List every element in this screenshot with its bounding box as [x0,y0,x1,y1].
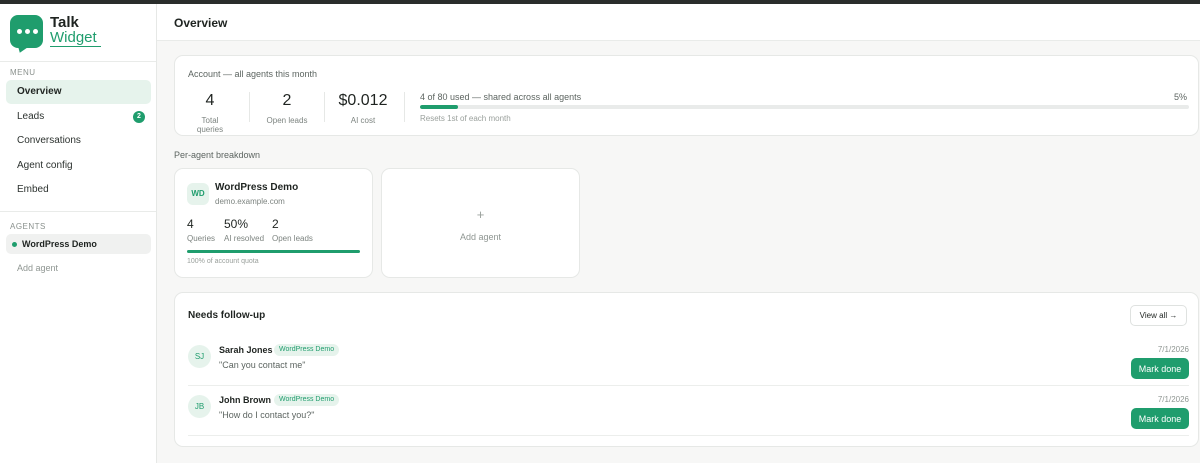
sidebar-divider [0,61,156,62]
agent-avatar: WD [187,183,209,205]
agent-stat-value: 4 [187,217,194,231]
lead-name: John Brown [219,395,271,405]
sidebar-item-agent-config[interactable]: Agent config [6,154,151,178]
agent-stat-label: Queries [187,234,216,243]
sidebar-item-label: Overview [17,86,62,97]
stat-divider [404,92,405,122]
lead-avatar: SJ [188,345,211,368]
agent-name: WordPress Demo [215,182,299,193]
page-header: Overview [157,4,1200,41]
usage-reset-note: Resets 1st of each month [420,114,511,123]
sidebar-item-label: Agent config [17,159,73,171]
agent-stat-ai-resolved: 50% AI resolved [224,217,264,243]
brand-name-line1: Talk [50,14,79,31]
account-summary-card: Account — all agents this month 4 Total … [174,55,1199,136]
lead-avatar: JB [188,395,211,418]
lead-agent-tag: WordPress Demo [274,394,340,406]
stat-open-leads: 2 Open leads [263,92,311,125]
agent-domain: demo.example.com [215,197,285,206]
stat-total-queries: 4 Total queries [188,92,232,134]
brand-name-line2: Widget [50,30,101,47]
agent-stat-queries: 4 Queries [187,217,215,243]
sidebar-item-leads[interactable]: Leads 2 [6,105,151,129]
agent-stat-value: 2 [272,217,279,231]
sidebar-agent-label: WordPress Demo [22,239,97,249]
sidebar-item-label: Conversations [17,135,81,147]
add-agent-label: Add agent [459,232,502,242]
plus-icon: + [476,207,485,222]
usage-percent: 5% [1173,92,1187,102]
chat-bubble-icon [10,15,43,48]
stat-label: Open leads [266,116,308,125]
usage-text: 4 of 80 used — shared across all agents [420,92,582,102]
sidebar-agent-wordpress-demo[interactable]: WordPress Demo [6,234,151,254]
stat-divider [249,92,250,122]
lead-row[interactable]: JB John Brown WordPress Demo "How do I c… [175,385,1200,435]
agent-stat-label: AI resolved [224,234,265,243]
stat-value: $0.012 [338,92,388,109]
agent-quota-fill [187,250,360,253]
lead-name: Sarah Jones [219,345,273,355]
stat-value: 4 [205,92,215,109]
lead-message: "Can you contact me" [219,360,306,370]
sidebar: Talk Widget MENU Overview Leads 2 Conver… [0,4,157,463]
menu-section-label: MENU [10,68,36,77]
mark-done-button[interactable]: Mark done [1131,358,1189,379]
agent-card-wordpress-demo[interactable]: WD WordPress Demo demo.example.com 4 Que… [174,168,373,278]
page-title: Overview [174,16,228,30]
leads-count-badge: 2 [133,110,145,123]
add-agent-card[interactable]: + Add agent [381,168,580,278]
followup-title: Needs follow-up [188,310,266,321]
lead-message: "How do I contact you?" [219,410,315,420]
lead-row[interactable]: SJ Sarah Jones WordPress Demo "Can you c… [175,335,1200,385]
stat-divider [324,92,325,122]
stat-value: 2 [282,92,292,109]
sidebar-item-conversations[interactable]: Conversations [6,129,151,153]
sidebar-add-agent-link[interactable]: Add agent [17,263,58,273]
lead-date: 7/1/2026 [1157,345,1189,354]
stat-label: AI cost [350,116,376,125]
per-agent-heading: Per-agent breakdown [174,150,261,160]
stat-ai-cost: $0.012 AI cost [335,92,391,125]
agents-section-label: AGENTS [10,222,46,231]
sidebar-item-overview[interactable]: Overview [6,80,151,104]
sidebar-item-label: Embed [17,184,49,196]
row-divider [188,435,1189,436]
sidebar-menu: Overview Leads 2 Conversations Agent con… [6,80,151,203]
brand-logo[interactable]: Talk Widget [10,15,101,48]
agent-stat-value: 50% [224,217,249,231]
lead-agent-tag: WordPress Demo [274,344,340,356]
lead-date: 7/1/2026 [1157,395,1189,404]
agent-stat-open-leads: 2 Open leads [272,217,313,243]
mark-done-button[interactable]: Mark done [1131,408,1189,429]
stat-label: Total queries [196,116,224,134]
sidebar-item-embed[interactable]: Embed [6,178,151,202]
usage-progress-fill [420,105,459,109]
agent-quota-text: 100% of account quota [187,258,259,265]
usage-progress-bar [420,105,1189,109]
sidebar-divider [0,211,156,212]
sidebar-item-label: Leads [17,110,45,122]
needs-followup-card: Needs follow-up View all → SJ Sarah Jone… [174,292,1199,447]
agent-status-dot [12,242,17,247]
view-all-button[interactable]: View all → [1130,305,1187,326]
account-card-title: Account — all agents this month [188,69,318,79]
agent-stat-label: Open leads [272,234,313,243]
agent-quota-bar [187,250,360,253]
